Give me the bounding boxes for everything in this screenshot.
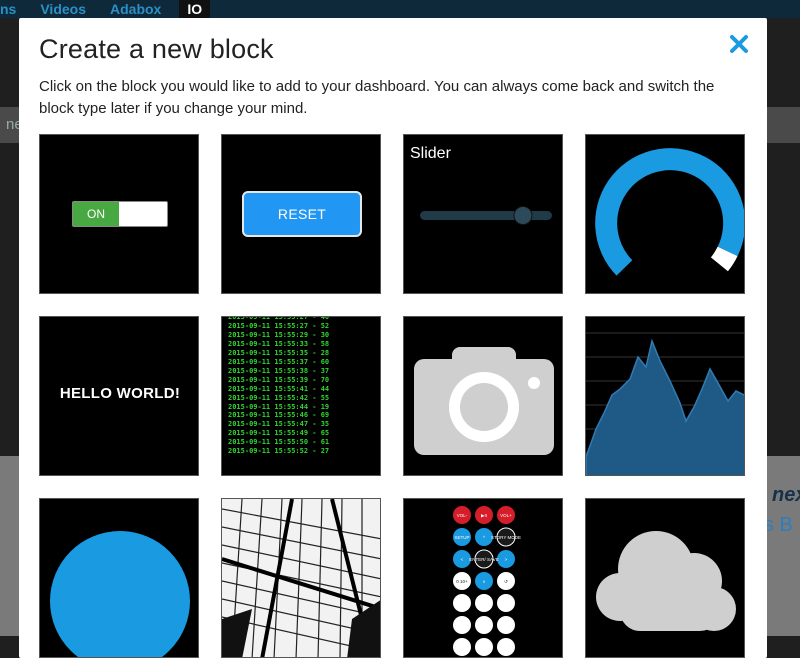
gauge-icon [595,148,744,276]
remote-label-repeat: ↺ [504,579,508,584]
close-x-icon [730,35,748,53]
block-momentary-button[interactable]: RESET [221,134,381,294]
stream-line: 2015-09-11 15:55:46 - 69 [228,411,330,420]
area-chart-icon [586,332,744,475]
remote-label-play-pause: ▶II [481,513,487,518]
remote-label-zero-ten: 0 10+ [456,579,468,584]
modal-title: Create a new block [39,34,274,64]
block-line-chart[interactable] [585,316,745,476]
remote-label-vol-down: VOL- [457,513,468,518]
block-toggle[interactable]: ON [39,134,199,294]
remote-label-vol-up: VOL+ [500,513,512,518]
stream-line: 2015-09-11 15:55:41 - 44 [228,384,330,393]
block-image[interactable] [403,316,563,476]
block-cloud[interactable] [585,498,745,658]
block-remote-control[interactable]: VOL- ▶II VOL+ SETUP ^ STORY MODE < ENTER… [403,498,563,658]
modal-description: Click on the block you would like to add… [39,78,715,117]
stream-line: 2015-09-11 15:55:37 - 60 [228,357,330,366]
stream-line: 2015-09-11 15:55:44 - 19 [228,402,330,411]
toggle-on-label: ON [73,202,119,226]
create-block-modal: Create a new block Click on the block yo… [19,18,767,658]
nav-item-videos[interactable]: Videos [40,0,96,18]
stream-line: 2015-09-11 15:55:39 - 70 [228,375,330,384]
top-nav: ns Videos Adabox IO [0,0,800,18]
stream-preview: 2015-09-11 15:55:27 - 40 2015-09-11 15:55… [228,317,329,456]
stream-line: 2015-09-11 15:55:49 - 65 [228,429,330,438]
stream-line: 2015-09-11 15:55:38 - 37 [228,366,330,375]
remote-label-setup: SETUP [454,535,469,540]
stream-line: 2015-09-11 15:55:42 - 55 [228,393,330,402]
block-indicator[interactable] [39,498,199,658]
camera-icon [414,347,554,455]
stream-line: 2015-09-11 15:55:29 - 30 [228,330,330,339]
remote-label-story-mode: STORY MODE [491,535,521,540]
block-gauge[interactable] [585,134,745,294]
remote-label-left: < [461,557,464,562]
background-heading-fragment: nex [772,484,800,506]
nav-item-partial[interactable]: ns [0,0,26,18]
map-icon [222,499,380,657]
remote-label-enter-save: ENTER/ SAVE [469,557,498,562]
stream-line: 2015-09-11 15:55:47 - 35 [228,420,330,429]
stream-line: 2015-09-11 15:55:50 - 61 [228,438,330,447]
reset-button-preview: RESET [242,191,362,237]
stream-line: 2015-09-11 15:55:52 - 27 [228,447,330,456]
cloud-icon [596,531,736,631]
remote-label-right: > [505,557,508,562]
remote-control-icon: VOL- ▶II VOL+ SETUP ^ STORY MODE < ENTER… [453,506,521,656]
nav-item-io[interactable]: IO [179,0,211,18]
close-button[interactable] [728,33,750,55]
toggle-switch: ON [72,201,168,227]
text-block-preview: HELLO WORLD! [59,385,181,402]
stream-line: 2015-09-11 15:55:33 - 58 [228,339,330,348]
stream-line: 2015-09-11 15:55:35 - 28 [228,348,330,357]
nav-item-adabox[interactable]: Adabox [110,0,171,18]
background-link-fragment[interactable]: s B [764,514,793,537]
slider-knob [513,206,533,225]
block-map[interactable] [221,498,381,658]
slider-preview [420,206,552,225]
stream-line: 2015-09-11 15:55:27 - 52 [228,321,330,330]
block-slider[interactable]: Slider [403,134,563,294]
block-text[interactable]: HELLO WORLD! [39,316,199,476]
block-stream[interactable]: 2015-09-11 15:55:27 - 40 2015-09-11 15:55… [221,316,381,476]
indicator-circle-icon [50,531,190,657]
